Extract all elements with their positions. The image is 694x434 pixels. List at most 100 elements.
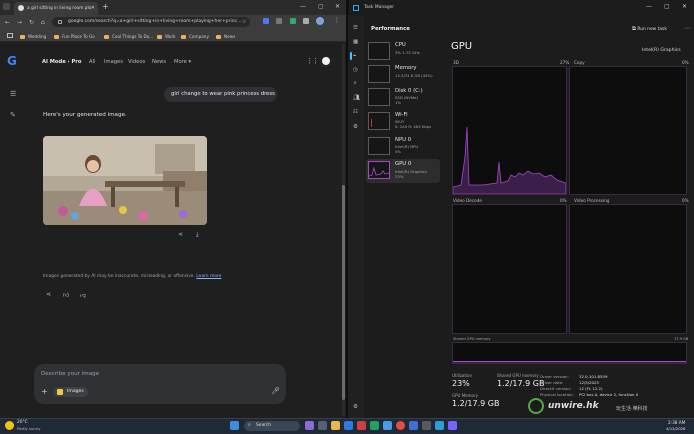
- tab-search-icon[interactable]: [3, 3, 10, 10]
- copilot-icon[interactable]: [305, 421, 314, 430]
- clock-time[interactable]: 2:38 AM: [668, 420, 685, 425]
- share-icon[interactable]: ⋖: [178, 231, 183, 238]
- tab-videos[interactable]: Videos: [128, 59, 145, 65]
- scrollbar-thumb[interactable]: [342, 185, 345, 400]
- reload-icon[interactable]: ↻: [29, 19, 34, 26]
- ai-disclaimer: Images generated by AI may be inaccurate…: [43, 274, 222, 279]
- apps-icon[interactable]: [7, 33, 13, 38]
- physical-location-label: Physical location:: [540, 392, 574, 397]
- address-bar[interactable]: google.com/search?q=a+girl+sitting+in+li…: [52, 17, 250, 27]
- ai-mode-tab[interactable]: AI Mode › Pro: [42, 59, 81, 65]
- performance-icon[interactable]: ⌁: [353, 53, 356, 59]
- weather-icon[interactable]: [5, 421, 14, 430]
- menu-dots-icon[interactable]: ⋮: [334, 17, 340, 24]
- maximize-icon[interactable]: ▢: [318, 3, 324, 10]
- processes-icon[interactable]: ▦: [353, 39, 358, 45]
- app-icon[interactable]: [448, 421, 457, 430]
- tab-more[interactable]: More ▾: [174, 59, 191, 65]
- prompt-input[interactable]: Describe your image: [41, 371, 99, 377]
- start-icon[interactable]: [230, 421, 239, 430]
- account-avatar[interactable]: [320, 55, 332, 67]
- app-icon[interactable]: [422, 421, 431, 430]
- history-icon[interactable]: ☰: [10, 90, 16, 98]
- downloads-icon[interactable]: [303, 18, 309, 24]
- bookmark-item[interactable]: Cool Things To Do...: [104, 34, 153, 39]
- device-npu[interactable]: NPU 0 Intel(R) NPU 0%: [366, 135, 440, 157]
- thumbs-down-icon[interactable]: 👎︎: [80, 291, 86, 299]
- device-memory[interactable]: Memory 14.3/31.6 GB (45%): [366, 63, 440, 85]
- bookmark-item[interactable]: Work: [157, 34, 176, 39]
- app-icon[interactable]: [409, 421, 418, 430]
- response-text: Here's your generated image.: [43, 112, 127, 118]
- task-manager-icon: [353, 5, 359, 11]
- watermark-cn: 玩生活·樂科技: [616, 406, 648, 412]
- app-icon[interactable]: [370, 421, 379, 430]
- new-chat-icon[interactable]: ✎: [10, 111, 16, 119]
- extension-icon[interactable]: [263, 18, 269, 24]
- mic-icon[interactable]: 🎤︎: [271, 387, 280, 395]
- bookmark-item[interactable]: Company: [181, 34, 209, 39]
- maximize-icon[interactable]: ▢: [664, 3, 670, 10]
- gpu-memory-value: 1.2/17.9 GB: [452, 399, 500, 408]
- browser-tab[interactable]: a girl sitting in living room plo ✕: [14, 2, 98, 15]
- settings-icon[interactable]: ⚙︎: [353, 404, 358, 410]
- taskbar-search[interactable]: ⌕ Search: [244, 421, 300, 431]
- more-options-icon[interactable]: ⋯: [684, 25, 690, 32]
- device-cpu[interactable]: CPU 3% 1.73 GHz: [366, 40, 440, 62]
- tab-all[interactable]: All: [89, 59, 95, 65]
- run-new-task-button[interactable]: ⧉ Run new task: [632, 26, 667, 33]
- generated-image[interactable]: [43, 136, 207, 225]
- app-icon[interactable]: [357, 421, 366, 430]
- mail-icon[interactable]: [344, 421, 353, 430]
- site-info-icon[interactable]: [58, 20, 62, 24]
- device-wifi[interactable]: Wi-Fi Wi-Fi S: 240 R: 464 Kbps: [366, 110, 440, 132]
- task-view-icon[interactable]: [318, 421, 327, 430]
- tab-news[interactable]: News: [152, 59, 166, 65]
- tab-title: a girl sitting in living room plo: [27, 6, 92, 11]
- graph-pct-3d: 27%: [560, 60, 570, 65]
- extension-icon[interactable]: [290, 18, 296, 24]
- users-icon[interactable]: 👥︎: [353, 95, 360, 101]
- physical-location-value: PCI bus 0, device 2, function 0: [579, 392, 639, 397]
- minimize-icon[interactable]: —: [300, 3, 306, 10]
- hamburger-icon[interactable]: ☰: [353, 25, 358, 31]
- app-history-icon[interactable]: ◷: [353, 67, 358, 73]
- share-icon[interactable]: ⋖: [46, 291, 51, 298]
- shared-gpu-mem-label: Shared GPU memory: [497, 373, 539, 378]
- back-icon[interactable]: ←: [5, 19, 10, 26]
- add-icon[interactable]: +: [41, 387, 48, 396]
- app-icon[interactable]: [435, 421, 444, 430]
- directx-label: DirectX version:: [540, 386, 572, 391]
- forward-icon[interactable]: →: [17, 19, 22, 26]
- file-explorer-icon[interactable]: [331, 421, 340, 430]
- details-icon[interactable]: ☷: [353, 109, 358, 115]
- new-tab-button[interactable]: +: [102, 2, 109, 11]
- profile-avatar[interactable]: [316, 17, 324, 25]
- bookmark-item[interactable]: Fun Place To Go: [54, 34, 95, 39]
- thumbs-up-icon[interactable]: 👍︎: [63, 291, 69, 299]
- home-icon[interactable]: ⌂: [41, 19, 45, 26]
- edge-icon[interactable]: [383, 421, 392, 430]
- device-disk[interactable]: Disk 0 (C:) SSD (NVMe) 1%: [366, 86, 440, 108]
- bookmark-star-icon[interactable]: ☆: [242, 19, 246, 25]
- services-icon[interactable]: ⚙︎: [353, 124, 358, 130]
- graph-label-copy: Copy: [574, 60, 585, 65]
- learn-more-link[interactable]: Learn more: [196, 274, 221, 279]
- device-gpu[interactable]: GPU 0 Intel(R) Graphics 23%: [366, 159, 440, 183]
- gpu-memory-label: GPU Memory: [452, 393, 478, 398]
- chrome-icon[interactable]: [396, 421, 405, 430]
- bookmark-item[interactable]: Wedding: [20, 34, 46, 39]
- bookmark-item[interactable]: News: [216, 34, 235, 39]
- extension-icon[interactable]: [276, 18, 282, 24]
- close-tab-icon[interactable]: ✕: [91, 5, 95, 11]
- folder-icon: [181, 35, 186, 39]
- download-icon[interactable]: ⤓: [196, 231, 199, 239]
- close-window-icon[interactable]: ✕: [682, 3, 687, 10]
- startup-apps-icon[interactable]: ⚡︎: [353, 81, 357, 87]
- google-logo-icon[interactable]: G: [7, 54, 17, 68]
- minimize-icon[interactable]: —: [646, 3, 652, 10]
- tab-images[interactable]: Images: [104, 59, 123, 65]
- clock-date[interactable]: 4/12/2026: [666, 426, 685, 431]
- close-window-icon[interactable]: ✕: [335, 3, 340, 10]
- images-chip[interactable]: Images: [53, 387, 88, 397]
